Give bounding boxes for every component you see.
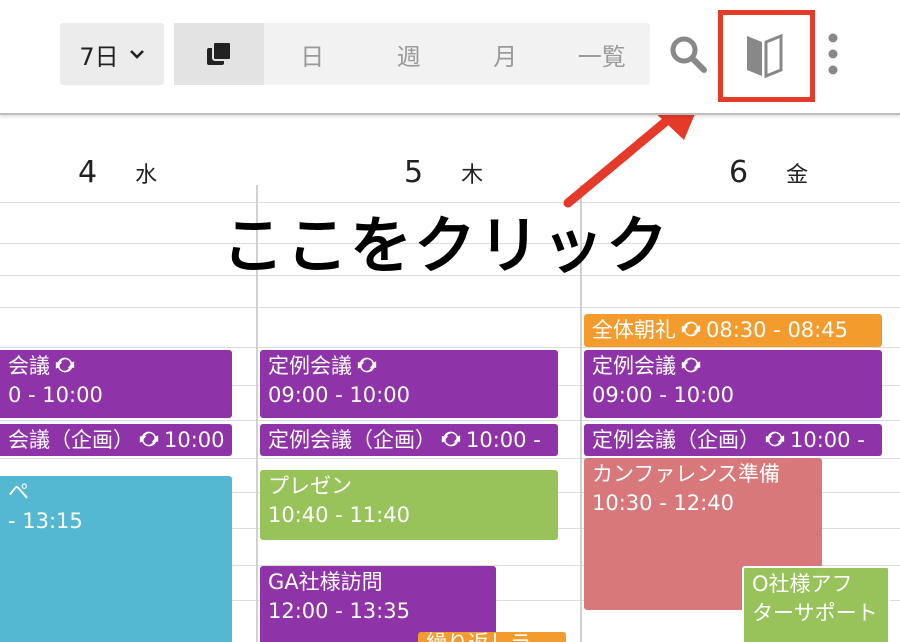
range-select-label: 7日 [79, 42, 119, 71]
callout-text: ここをクリック [222, 209, 671, 282]
view-list-tab[interactable]: 一覧 [554, 23, 651, 85]
view-multi-calendar-button[interactable] [174, 23, 264, 85]
range-select[interactable]: 7日 [60, 23, 164, 85]
view-month-tab[interactable]: 月 [457, 23, 554, 85]
more-vert-icon[interactable] [822, 32, 844, 76]
chevron-down-icon [129, 50, 144, 59]
highlight-box [718, 10, 815, 102]
view-week-tab[interactable]: 週 [361, 23, 458, 85]
stacked-calendars-icon [207, 41, 232, 65]
search-icon[interactable] [668, 34, 708, 74]
view-day-tab[interactable]: 日 [264, 23, 361, 85]
view-switcher: 日 週 月 一覧 [174, 23, 650, 85]
